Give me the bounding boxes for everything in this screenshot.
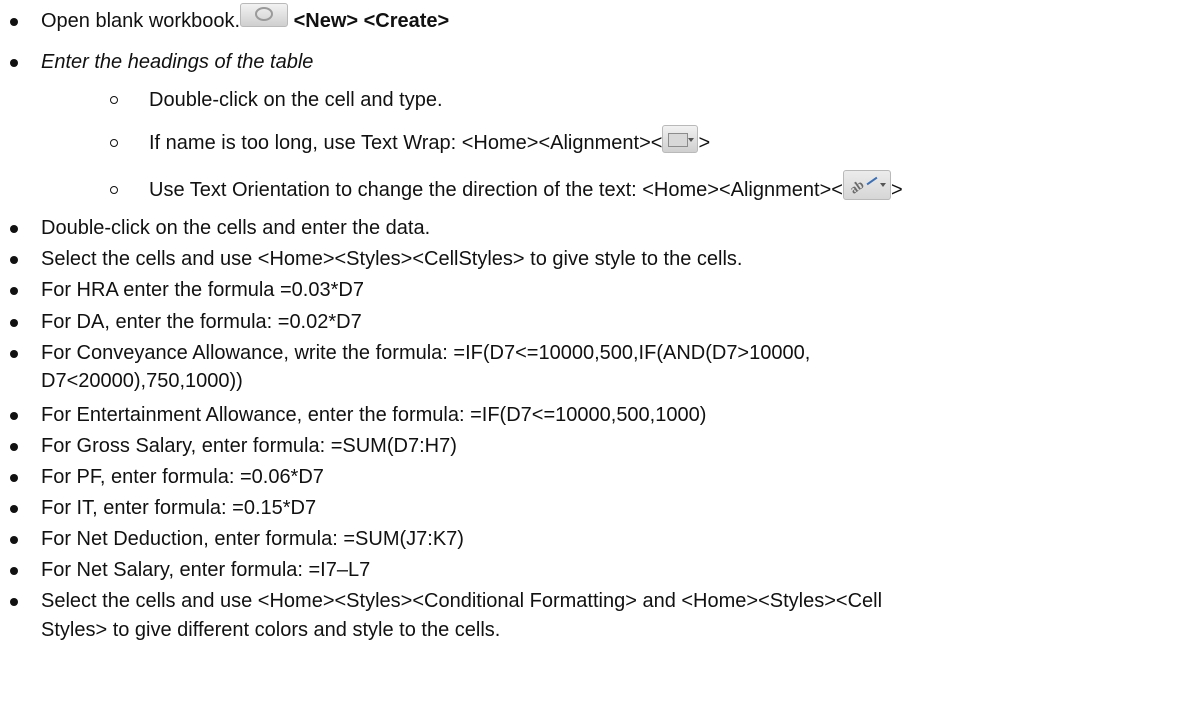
item-text: For Entertainment Allowance, enter the f… bbox=[41, 404, 707, 426]
new-workbook-icon bbox=[240, 2, 289, 27]
item-text: For Net Salary, enter formula: =I7–L7 bbox=[41, 559, 371, 581]
bullet bbox=[10, 505, 18, 513]
item-text: For PF, enter formula: =0.06*D7 bbox=[41, 466, 324, 488]
item-bold-text: <New> <Create> bbox=[293, 10, 450, 32]
sub-bullet bbox=[110, 139, 118, 147]
item-text: Select the cells and use <Home><Styles><… bbox=[41, 590, 883, 612]
item-text-end: > bbox=[890, 179, 903, 201]
bullet bbox=[10, 59, 18, 67]
item-text: For IT, enter formula: =0.15*D7 bbox=[41, 497, 317, 519]
bullet bbox=[10, 567, 18, 575]
item-text: Use Text Orientation to change the direc… bbox=[149, 179, 843, 201]
instructions-document: Open blank workbook. <New> <Create> Ente… bbox=[0, 0, 1178, 712]
item-text: D7<20000),750,1000)) bbox=[41, 370, 243, 392]
sub-bullet bbox=[110, 96, 118, 104]
item-text: For DA, enter the formula: =0.02*D7 bbox=[41, 311, 362, 333]
bullet bbox=[10, 598, 18, 606]
bullet bbox=[10, 287, 18, 295]
item-text: Enter the headings of the table bbox=[41, 51, 314, 73]
item-text: Select the cells and use <Home><Styles><… bbox=[41, 248, 743, 270]
item-text-end: > bbox=[698, 132, 711, 154]
bullet bbox=[10, 536, 18, 544]
item-text: Styles> to give different colors and sty… bbox=[41, 619, 501, 641]
bullet bbox=[10, 18, 18, 26]
item-text: Double-click on the cell and type. bbox=[149, 89, 443, 111]
item-text: For HRA enter the formula =0.03*D7 bbox=[41, 279, 364, 301]
bullet bbox=[10, 256, 18, 264]
bullet bbox=[10, 319, 18, 327]
text-orientation-icon: ab bbox=[842, 169, 891, 200]
item-text: For Conveyance Allowance, write the form… bbox=[41, 342, 811, 364]
sub-bullet bbox=[110, 186, 118, 194]
bullet bbox=[10, 225, 18, 233]
bullet bbox=[10, 412, 18, 420]
item-text: If name is too long, use Text Wrap: <Hom… bbox=[149, 132, 663, 154]
item-text: For Net Deduction, enter formula: =SUM(J… bbox=[41, 528, 464, 550]
item-text: For Gross Salary, enter formula: =SUM(D7… bbox=[41, 435, 457, 457]
item-text: Double-click on the cells and enter the … bbox=[41, 217, 431, 239]
wrap-text-icon bbox=[662, 124, 699, 153]
bullet bbox=[10, 474, 18, 482]
bullet bbox=[10, 350, 18, 358]
item-text: Open blank workbook. bbox=[41, 10, 241, 32]
bullet bbox=[10, 443, 18, 451]
